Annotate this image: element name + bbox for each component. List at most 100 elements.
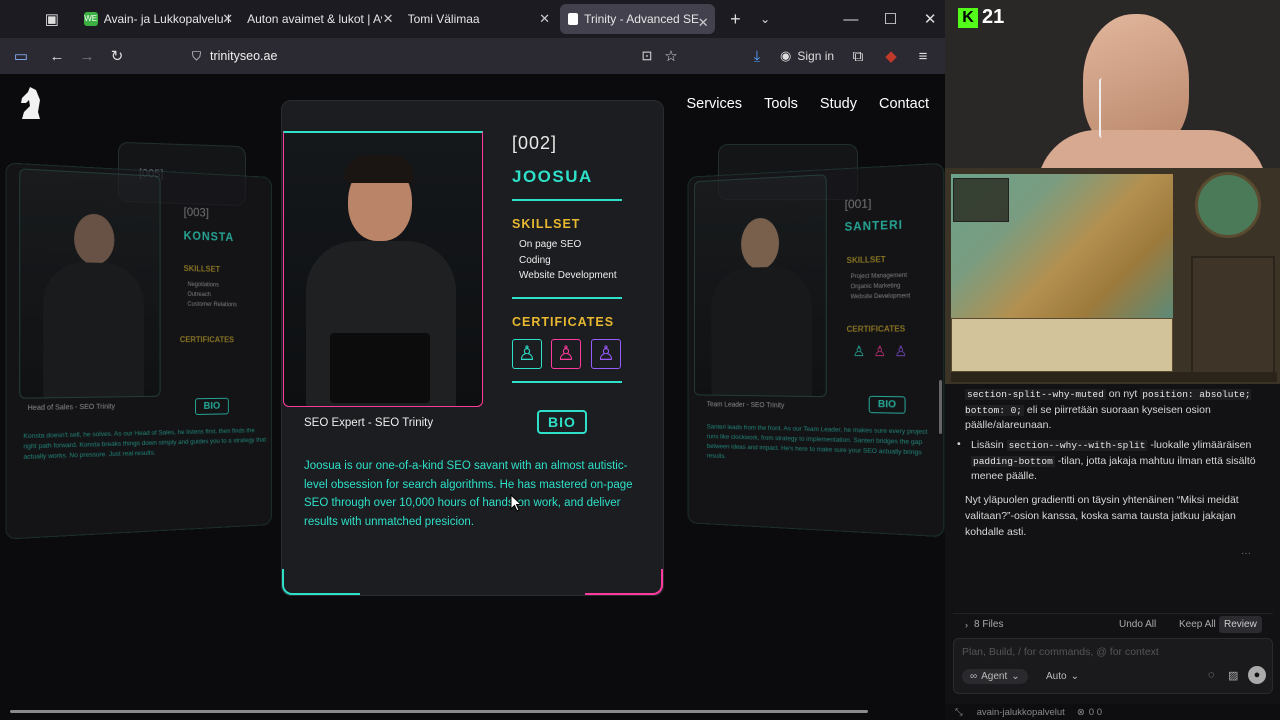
back-icon[interactable]: ← (42, 48, 72, 65)
nav-contact[interactable]: Contact (879, 96, 929, 112)
divider (512, 199, 622, 201)
certificate-badge-pink-icon[interactable]: ♙ (551, 339, 581, 369)
maximize-icon[interactable]: ☐ (876, 10, 906, 28)
joosua-skill: On page SEO (519, 239, 582, 250)
game-chatbox (951, 318, 1173, 372)
joosua-certificates-title: CERTIFICATES (512, 315, 615, 329)
tab-3-close-icon[interactable]: ✕ (539, 11, 550, 27)
konsta-bio-button[interactable]: BIO (195, 397, 229, 415)
game-tabs[interactable] (951, 372, 1277, 382)
joosua-photo (283, 131, 483, 407)
game-overlay (945, 168, 1280, 384)
ublock-icon[interactable]: ◆ (876, 47, 906, 65)
vertical-scrollbar[interactable] (939, 380, 942, 434)
downloads-icon[interactable]: ⤓ (742, 48, 772, 65)
tab-1-close-icon[interactable]: ✕ (222, 11, 233, 27)
team-card-joosua[interactable]: [002] JOOSUA SKILLSET On page SEO Coding… (281, 100, 664, 596)
extensions-icon[interactable]: ⧉ (843, 48, 873, 65)
tab-4[interactable]: Trinity - Advanced SEO S ✕ (560, 4, 715, 34)
chat-text: on nyt (1105, 388, 1141, 400)
tab-1[interactable]: WE Avain- ja Lukkopalvelu L ✕ (76, 0, 239, 38)
chat-text: -luokalle ylimääräisen (1147, 439, 1252, 451)
tab-overview-icon[interactable]: ▣ (38, 10, 66, 28)
tab-3[interactable]: Tomi Välimaa ✕ (400, 0, 557, 38)
chat-input-box[interactable]: Plan, Build, / for commands, @ for conte… (953, 638, 1273, 694)
joosua-skill: Website Development (519, 270, 617, 281)
tab-4-close-icon[interactable]: ✕ (698, 15, 709, 31)
game-inventory[interactable] (1191, 256, 1275, 378)
tab-2-label: Auton avaimet & lukot | Ava (247, 12, 383, 26)
joosua-bio-button[interactable]: BIO (537, 410, 587, 434)
certificate-badge-teal-icon[interactable]: ♙ (512, 339, 542, 369)
mouse-cursor-icon (510, 493, 523, 517)
earphone-icon (1099, 78, 1105, 138)
tab-list-chevron-icon[interactable]: ⌄ (750, 12, 780, 26)
tab-2[interactable]: Auton avaimet & lukot | Ava ✕ (239, 0, 399, 38)
image-attach-icon[interactable]: ▨ (1228, 669, 1238, 682)
joosua-bio: Joosua is our one-of-a-kind SEO savant w… (304, 460, 633, 528)
nav-services[interactable]: Services (686, 96, 742, 112)
card-corner-accent (585, 569, 663, 595)
minimize-icon[interactable]: — (836, 11, 866, 28)
chat-code: section--why--with-split (1006, 440, 1148, 451)
team-card-konsta[interactable]: [003] KONSTA SKILLSET Negotiations Outre… (5, 162, 272, 540)
konsta-skill: Customer Relations (187, 301, 237, 309)
joosua-skillset-title: SKILLSET (512, 217, 581, 231)
files-chevron-icon[interactable]: › (965, 620, 968, 630)
certificate-badge-purple-icon[interactable]: ♙ (591, 339, 621, 369)
new-tab-icon[interactable]: + (721, 9, 751, 30)
remote-icon[interactable]: ⤡ (955, 707, 963, 718)
agent-mode-select[interactable]: ∞ Agent ⌄ (962, 669, 1028, 684)
santeri-cert-icons: ♙♙♙ (852, 342, 916, 360)
santeri-role: Team Leader - SEO Trinity (706, 401, 785, 410)
konsta-skills: Negotiations Outreach Customer Relations (187, 280, 236, 310)
chat-summary: Nyt yläpuolen gradientti on täysin yhten… (965, 494, 1239, 538)
reload-icon[interactable]: ↻ (102, 47, 132, 65)
santeri-id: [001] (844, 196, 872, 212)
santeri-bio-button[interactable]: BIO (868, 395, 906, 414)
more-options-icon[interactable]: ··· (1241, 548, 1251, 559)
url-text: trinityseo.ae (210, 49, 278, 63)
horizontal-scrollbar[interactable] (10, 710, 868, 713)
browser-tabbar: ▣ WE Avain- ja Lukkopalvelu L ✕ Auton av… (0, 0, 945, 38)
status-bar: ⤡ avain-jalukkopalvelut ⊗ 0 0 (945, 704, 1280, 720)
files-count[interactable]: 8 Files (974, 619, 1003, 630)
game-stats-panel (953, 178, 1009, 222)
agent-label: Agent (981, 671, 1008, 682)
microphone-icon[interactable]: ● (1248, 666, 1266, 684)
knight-logo-icon[interactable] (18, 86, 44, 125)
url-bar[interactable]: ⛉ trinityseo.ae (186, 43, 686, 69)
review-button[interactable]: Review (1219, 616, 1262, 633)
site-info-shield-icon[interactable]: ⛉ (192, 49, 201, 64)
team-card-santeri[interactable]: [001] SANTERI SKILLSET Project Managemen… (687, 162, 945, 538)
auto-label: Auto (1046, 671, 1067, 682)
game-minimap[interactable] (1195, 172, 1261, 238)
chat-bullet: • (957, 438, 961, 450)
konsta-bio: Konsta doesn't sell, he solves. As our H… (23, 427, 267, 461)
keep-all-button[interactable]: Keep All (1179, 619, 1216, 630)
browser-navbar: ▭ ← → ↻ ⛉ trinityseo.ae ⊡ ☆ ⤓ ◉ Sign in … (0, 38, 945, 74)
webcam-overlay: K 21 (945, 0, 1280, 168)
loading-spinner-icon: ◌ (1208, 669, 1215, 681)
nav-study[interactable]: Study (820, 96, 857, 112)
branch-name[interactable]: avain-jalukkopalvelut (977, 707, 1065, 718)
model-select[interactable]: Auto ⌄ (1046, 671, 1079, 682)
sidebar-toggle-icon[interactable]: ▭ (6, 47, 36, 65)
close-window-icon[interactable]: ✕ (915, 10, 945, 28)
chat-code: section-split--why-muted (965, 389, 1106, 400)
sign-in-button[interactable]: ◉ Sign in (780, 48, 834, 64)
undo-all-button[interactable]: Undo All (1119, 619, 1156, 630)
nav-tools[interactable]: Tools (764, 96, 798, 112)
bookmark-star-icon[interactable]: ☆ (656, 47, 686, 65)
chat-code: padding-bottom (971, 455, 1055, 467)
menu-icon[interactable]: ≡ (908, 48, 938, 65)
joosua-skill: Coding (519, 254, 551, 266)
sign-in-label: Sign in (797, 49, 835, 63)
tab-2-close-icon[interactable]: ✕ (383, 11, 394, 27)
tab-4-favicon (568, 13, 579, 25)
streamer-shoulders (1037, 130, 1267, 168)
santeri-photo (694, 174, 827, 398)
forward-icon[interactable]: → (72, 48, 102, 65)
problems-icon[interactable]: ⊗ (1077, 707, 1085, 718)
konsta-photo (19, 168, 161, 399)
